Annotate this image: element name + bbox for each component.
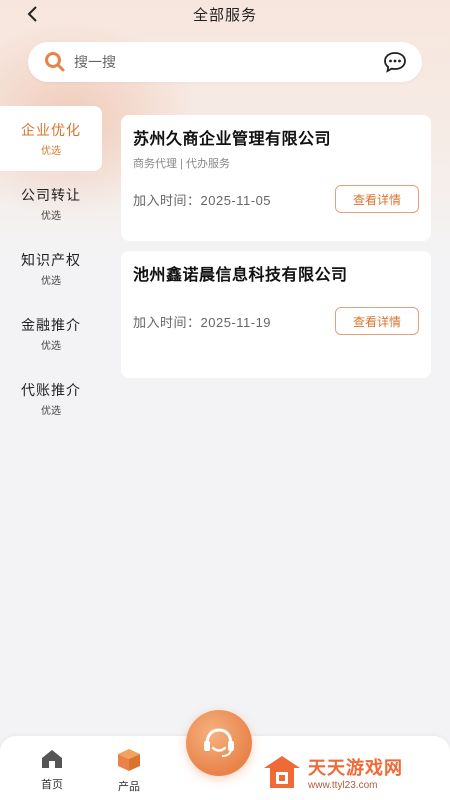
- category-sidebar: 企业优化 优选 公司转让 优选 知识产权 优选 金融推介 优选 代账推介 优选: [0, 106, 102, 431]
- sidebar-item-sub: 优选: [41, 211, 61, 222]
- header-bar: 全部服务: [0, 0, 450, 28]
- home-icon: [42, 750, 62, 768]
- company-name: 苏州久商企业管理有限公司: [133, 131, 332, 148]
- chevron-left-icon: [27, 6, 37, 22]
- sidebar-item-sub: 优选: [41, 276, 61, 287]
- customer-service-icon: [204, 728, 234, 757]
- house-logo-icon: [264, 756, 300, 788]
- join-row: 加入时间：2025-11-19 查看详情: [133, 307, 419, 335]
- sidebar-item-enterprise-optimization[interactable]: 企业优化 优选: [0, 106, 102, 171]
- watermark-title: 天天游戏网: [308, 757, 403, 778]
- watermark-logo: 天天游戏网 www.ttyl23.com: [262, 752, 442, 792]
- company-card[interactable]: 池州鑫诺晨信息科技有限公司 加入时间：2025-11-19 查看详情: [121, 251, 431, 378]
- sidebar-item-label: 公司转让: [21, 187, 81, 203]
- sidebar-item-sub: 优选: [41, 146, 61, 157]
- tab-product-label: 产品: [118, 781, 140, 793]
- message-button[interactable]: [382, 49, 408, 75]
- company-list: 苏州久商企业管理有限公司 商务代理 | 代办服务 加入时间：2025-11-05…: [121, 115, 431, 388]
- view-details-button[interactable]: 查看详情: [335, 307, 419, 335]
- box-icon: [118, 749, 140, 771]
- view-details-button[interactable]: 查看详情: [335, 185, 419, 213]
- company-name: 池州鑫诺晨信息科技有限公司: [133, 267, 348, 284]
- watermark-url: www.ttyl23.com: [308, 779, 378, 791]
- sidebar-item-label: 知识产权: [21, 252, 81, 268]
- sidebar-item-label: 代账推介: [21, 382, 81, 398]
- watermark-text: 天天游戏网 www.ttyl23.com: [308, 754, 403, 791]
- company-card[interactable]: 苏州久商企业管理有限公司 商务代理 | 代办服务 加入时间：2025-11-05…: [121, 115, 431, 241]
- search-icon: [45, 52, 65, 72]
- sidebar-item-finance-referral[interactable]: 金融推介 优选: [0, 301, 102, 366]
- sidebar-item-sub: 优选: [41, 406, 61, 417]
- chat-bubble-icon: [384, 52, 406, 73]
- customer-service-button[interactable]: [186, 710, 252, 776]
- sidebar-item-label: 金融推介: [21, 317, 81, 333]
- search-input[interactable]: [74, 54, 382, 70]
- sidebar-item-bookkeeping-referral[interactable]: 代账推介 优选: [0, 366, 102, 431]
- tab-home[interactable]: 首页: [27, 748, 77, 792]
- tab-home-label: 首页: [41, 779, 63, 791]
- sidebar-item-company-transfer[interactable]: 公司转让 优选: [0, 171, 102, 236]
- join-date: 加入时间：2025-11-05: [133, 192, 272, 208]
- company-tags: 商务代理 | 代办服务: [133, 158, 230, 170]
- join-row: 加入时间：2025-11-05 查看详情: [133, 185, 419, 213]
- search-bar[interactable]: [28, 42, 422, 82]
- tab-product[interactable]: 产品: [104, 748, 154, 794]
- sidebar-item-sub: 优选: [41, 341, 61, 352]
- sidebar-item-label: 企业优化: [21, 122, 81, 138]
- join-date: 加入时间：2025-11-19: [133, 314, 272, 330]
- page-title: 全部服务: [192, 6, 257, 24]
- back-button[interactable]: [18, 2, 46, 26]
- sidebar-item-intellectual-property[interactable]: 知识产权 优选: [0, 236, 102, 301]
